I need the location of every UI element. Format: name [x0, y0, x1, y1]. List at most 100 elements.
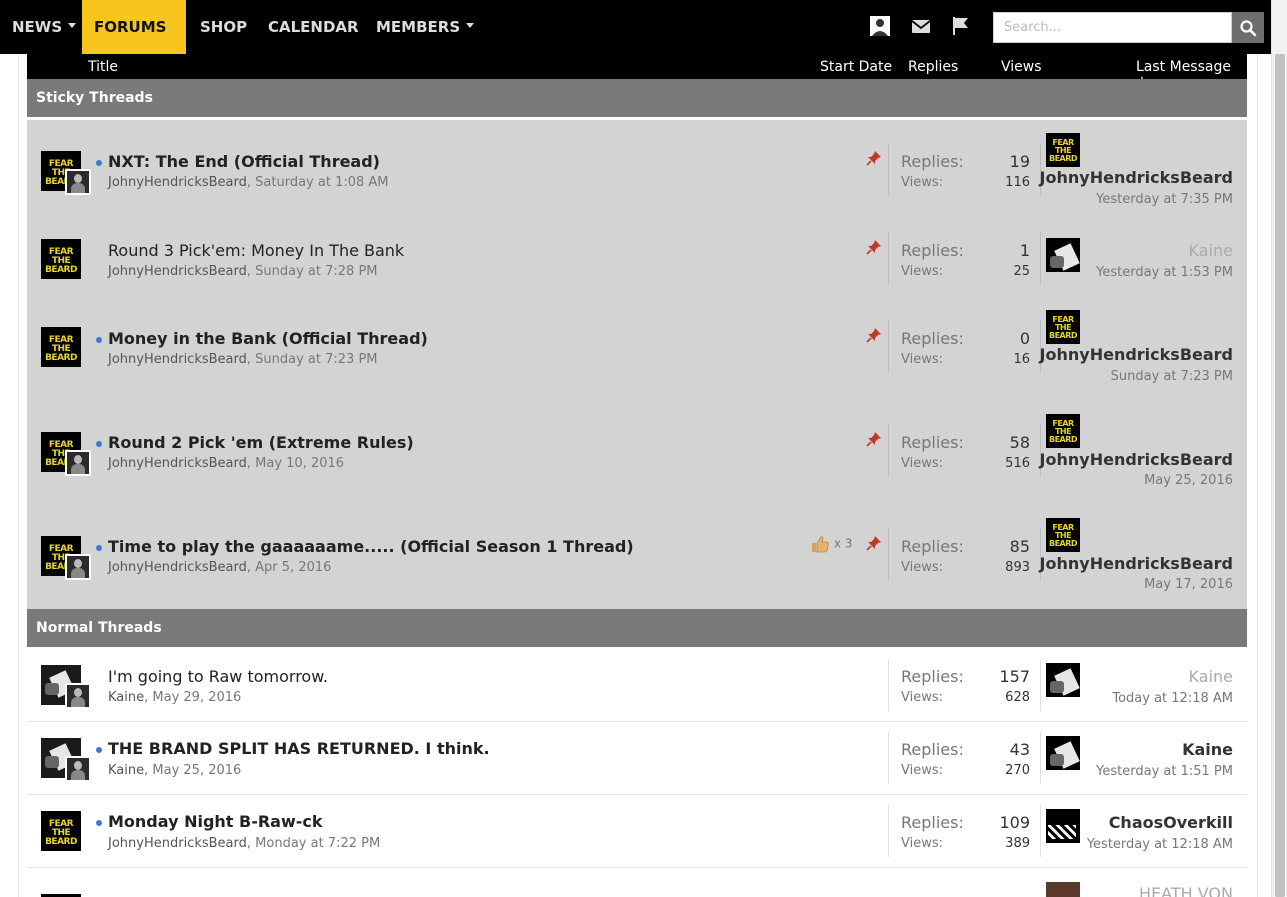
avatar-text: BEARD [45, 837, 77, 847]
table-row: I'm going to Raw tomorrow. Kaine, May 29… [27, 647, 1247, 722]
thread-title-link[interactable]: I'm going to Raw tomorrow. [108, 667, 328, 686]
flag-icon[interactable] [949, 14, 973, 38]
scrollbar-thumb[interactable] [1275, 54, 1285, 897]
author-link[interactable]: JohnyHendricksBeard [108, 836, 247, 851]
replies-count: 0 [1019, 329, 1030, 348]
search-field[interactable] [993, 12, 1232, 43]
views-count: 389 [1005, 836, 1030, 851]
thread-title-link[interactable]: Monday Night B-Raw-ck [108, 812, 323, 831]
nav-shop[interactable]: SHOP [188, 0, 259, 54]
author-link[interactable]: JohnyHendricksBeard [108, 352, 247, 367]
divider [1040, 732, 1041, 784]
col-start-date[interactable]: Start Date [820, 59, 892, 75]
author-link[interactable]: JohnyHendricksBeard [108, 264, 247, 279]
last-post-time[interactable]: Yesterday at 7:35 PM [1096, 192, 1233, 207]
avatar-text: BEARD [1048, 331, 1078, 340]
views-label: Views: [901, 836, 944, 851]
thread-title-link[interactable]: Round 3 Pick'em: Money In The Bank [108, 241, 404, 260]
last-post-time[interactable]: Sunday at 7:23 PM [1111, 369, 1233, 384]
replies-count: 43 [1009, 740, 1030, 759]
avatar[interactable]: FEAR THE BEARD [41, 327, 81, 367]
table-row: FEAR THE BEARD Round 2 Pick 'em (Extreme … [27, 400, 1247, 504]
nav-forums[interactable]: FORUMS [82, 0, 186, 82]
last-post-time[interactable]: Yesterday at 12:18 AM [1087, 837, 1233, 852]
author-link[interactable]: Kaine [108, 763, 144, 778]
thread-title-link[interactable]: Money in the Bank (Official Thread) [108, 329, 428, 348]
thread-date: Sunday at 7:23 PM [255, 352, 378, 367]
last-poster-link[interactable]: JohnyHendricksBeard [1040, 554, 1233, 573]
last-poster-link[interactable]: JohnyHendricksBeard [1040, 345, 1233, 364]
avatar[interactable] [65, 450, 91, 476]
avatar[interactable] [65, 756, 91, 782]
avatar[interactable]: FEAR THE BEARD [41, 811, 81, 851]
last-poster-link[interactable]: Kaine [1189, 667, 1233, 686]
col-title[interactable]: Title [88, 59, 118, 75]
replies-label: Replies: [901, 667, 964, 686]
avatar[interactable]: FEAR THE BEARD [41, 239, 81, 279]
nav-calendar[interactable]: CALENDAR [256, 0, 371, 54]
thread-title-link[interactable]: Round 2 Pick 'em (Extreme Rules) [108, 433, 414, 452]
replies-label: Replies: [901, 152, 964, 171]
table-row: FEAR THE BEARD Time to play the gaaaaaame… [27, 504, 1247, 609]
col-views[interactable]: Views [1001, 59, 1042, 75]
thread-title-link[interactable]: Time to play the gaaaaaame..... (Officia… [108, 537, 634, 556]
search-input[interactable] [994, 13, 1231, 42]
avatar[interactable]: OFF! [1046, 809, 1080, 843]
divider [888, 143, 889, 195]
last-post-time[interactable]: Today at 12:18 AM [1112, 691, 1233, 706]
thread-title-link[interactable]: NXT: The End (Official Thread) [108, 152, 380, 171]
last-poster-link[interactable]: JohnyHendricksBeard [1040, 168, 1233, 187]
avatar[interactable]: FEAR THE BEARD [1046, 518, 1080, 552]
last-poster-link[interactable]: Kaine [1189, 241, 1233, 260]
pin-icon [866, 240, 881, 255]
thread-meta: JohnyHendricksBeard, Sunday at 7:23 PM [108, 352, 378, 367]
avatar[interactable] [1046, 663, 1080, 697]
last-post-time[interactable]: May 25, 2016 [1144, 473, 1233, 488]
last-post-time[interactable]: Yesterday at 1:53 PM [1096, 265, 1233, 280]
table-row: FEAR THE BEARD Monday Night B-Raw-ck John… [27, 795, 1247, 868]
thread-meta: JohnyHendricksBeard, Apr 5, 2016 [108, 560, 332, 575]
replies-label: Replies: [901, 329, 964, 348]
unread-dot-icon [96, 160, 102, 166]
avatar[interactable] [65, 554, 91, 580]
avatar-text: BEARD [1048, 435, 1078, 444]
col-replies[interactable]: Replies [908, 59, 958, 75]
avatar-text: FEAR THE [1052, 315, 1074, 332]
last-poster-link[interactable]: HEATH VON [1139, 884, 1233, 897]
nav-calendar-label: CALENDAR [268, 18, 359, 36]
author-link[interactable]: Kaine [108, 690, 144, 705]
avatar[interactable] [65, 169, 91, 195]
search-icon [1240, 19, 1257, 36]
avatar[interactable] [1046, 882, 1080, 897]
like-count[interactable]: x 3 [810, 535, 852, 553]
avatar[interactable] [1046, 736, 1080, 770]
avatar[interactable] [1046, 238, 1080, 272]
user-avatar-icon[interactable] [868, 14, 892, 38]
last-post-time[interactable]: May 17, 2016 [1144, 577, 1233, 592]
author-link[interactable]: JohnyHendricksBeard [108, 456, 247, 471]
divider [1040, 232, 1041, 284]
chevron-down-icon [68, 23, 77, 28]
avatar[interactable]: FEAR THE BEARD [1046, 310, 1080, 344]
replies-label: Replies: [901, 241, 964, 260]
avatar[interactable]: FEAR THE BEARD [1046, 414, 1080, 448]
envelope-icon[interactable] [909, 14, 933, 38]
search-button[interactable] [1232, 12, 1264, 43]
last-poster-link[interactable]: ChaosOverkill [1109, 813, 1233, 832]
pin-icon [866, 328, 881, 343]
author-link[interactable]: JohnyHendricksBeard [108, 175, 247, 190]
last-poster-link[interactable]: Kaine [1182, 740, 1233, 759]
avatar[interactable]: FEAR THE BEARD [1046, 133, 1080, 167]
author-link[interactable]: JohnyHendricksBeard [108, 560, 247, 575]
views-label: Views: [901, 456, 944, 471]
views-count: 628 [1005, 690, 1030, 705]
avatar-text: FEAR THE [1052, 419, 1074, 436]
last-poster-link[interactable]: JohnyHendricksBeard [1040, 450, 1233, 469]
last-post-time[interactable]: Yesterday at 1:51 PM [1096, 764, 1233, 779]
avatar[interactable] [65, 683, 91, 709]
forum-page: NEWS FORUMS SHOP CALENDAR MEMBERS Title … [0, 0, 1287, 897]
page-scrollbar[interactable] [1271, 0, 1287, 897]
nav-news[interactable]: NEWS [0, 0, 88, 54]
nav-members[interactable]: MEMBERS [364, 0, 486, 54]
thread-title-link[interactable]: THE BRAND SPLIT HAS RETURNED. I think. [108, 739, 490, 758]
